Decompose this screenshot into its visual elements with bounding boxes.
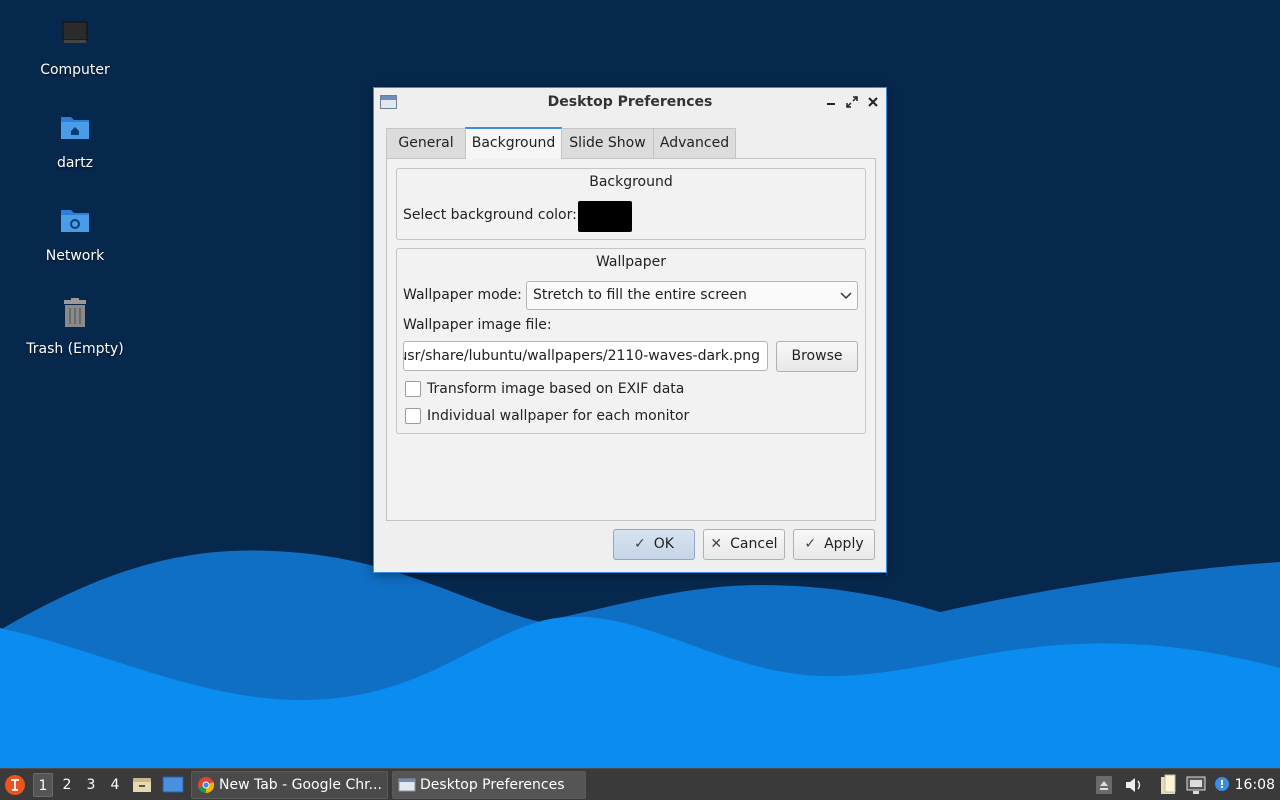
tab-panel-background: Background Select background color: Wall… xyxy=(386,158,876,521)
close-button[interactable] xyxy=(864,92,882,112)
task-desktop-preferences[interactable]: Desktop Preferences xyxy=(392,771,586,799)
file-manager-icon[interactable] xyxy=(132,775,152,795)
background-color-label: Select background color: xyxy=(403,207,577,223)
workspace-4[interactable]: 4 xyxy=(105,773,125,797)
network-folder-icon xyxy=(61,210,89,232)
desktop-icon-dartz[interactable]: dartz xyxy=(15,111,135,171)
desktop-icon-trash[interactable]: Trash (Empty) xyxy=(15,297,135,357)
tab-background[interactable]: Background xyxy=(465,127,562,159)
checkmark-icon: ✓ xyxy=(804,536,817,552)
browse-button[interactable]: Browse xyxy=(776,341,858,372)
close-icon: ✕ xyxy=(710,536,723,552)
background-group: Background Select background color: xyxy=(396,168,866,240)
clipboard-icon[interactable] xyxy=(1158,774,1180,796)
minimize-button[interactable] xyxy=(822,92,840,112)
volume-icon[interactable] xyxy=(1123,774,1145,796)
wallpaper-file-input[interactable]: usr/share/lubuntu/wallpapers/2110-waves-… xyxy=(403,341,768,371)
chrome-icon xyxy=(198,777,215,794)
exif-label: Transform image based on EXIF data xyxy=(427,381,685,397)
workspace-1[interactable]: 1 xyxy=(33,773,53,797)
desktop-icon-label: dartz xyxy=(56,155,94,171)
apply-button[interactable]: ✓ Apply xyxy=(793,529,875,560)
desktop-icon-label: Network xyxy=(45,248,105,264)
taskbar: 1 2 3 4 New Tab - Google Chr... Desktop … xyxy=(0,768,1280,800)
show-desktop-icon[interactable] xyxy=(162,775,184,795)
ok-button[interactable]: ✓ OK xyxy=(613,529,695,560)
wallpaper-mode-label: Wallpaper mode: xyxy=(403,287,522,303)
close-icon xyxy=(868,97,878,107)
tab-advanced[interactable]: Advanced xyxy=(653,128,736,159)
tab-general[interactable]: General xyxy=(386,128,466,159)
desktop-icon-label: Computer xyxy=(40,62,110,78)
wallpaper-group: Wallpaper Wallpaper mode: Stretch to fil… xyxy=(396,248,866,434)
clock[interactable]: 16:08 xyxy=(1235,769,1275,800)
home-folder-icon xyxy=(61,117,89,139)
task-label: New Tab - Google Chr... xyxy=(219,777,382,793)
chevron-down-icon xyxy=(840,292,852,300)
ok-label: OK xyxy=(653,536,674,552)
desktop-icon-computer[interactable]: Computer xyxy=(15,18,135,78)
wallpaper-file-value: usr/share/lubuntu/wallpapers/2110-waves-… xyxy=(403,348,760,364)
desktop-icon-label: Trash (Empty) xyxy=(26,341,124,357)
apply-label: Apply xyxy=(824,536,864,552)
computer-icon xyxy=(62,21,88,43)
wallpaper-file-label: Wallpaper image file: xyxy=(403,317,552,333)
per-monitor-label: Individual wallpaper for each monitor xyxy=(427,408,690,424)
cancel-button[interactable]: ✕ Cancel xyxy=(703,529,785,560)
wallpaper-mode-select[interactable]: Stretch to fill the entire screen xyxy=(526,281,858,310)
per-monitor-checkbox[interactable] xyxy=(405,408,421,424)
task-chrome[interactable]: New Tab - Google Chr... xyxy=(191,771,388,799)
desktop-icon-network[interactable]: Network xyxy=(15,204,135,264)
group-title: Background xyxy=(589,174,673,190)
network-icon[interactable] xyxy=(1185,774,1207,796)
cancel-label: Cancel xyxy=(730,536,778,552)
task-label: Desktop Preferences xyxy=(420,777,565,793)
window-icon xyxy=(398,778,416,792)
workspace-3[interactable]: 3 xyxy=(81,773,101,797)
maximize-icon xyxy=(846,96,858,108)
minimize-icon xyxy=(827,103,835,105)
background-color-button[interactable] xyxy=(578,201,632,232)
dialog-title: Desktop Preferences xyxy=(547,94,713,110)
title-bar[interactable]: Desktop Preferences xyxy=(374,88,886,116)
start-menu-icon[interactable] xyxy=(4,774,26,796)
maximize-button[interactable] xyxy=(843,92,861,112)
notification-icon[interactable] xyxy=(1211,774,1233,796)
trash-icon xyxy=(64,298,86,327)
group-title: Wallpaper xyxy=(595,254,667,270)
desktop-preferences-dialog: Desktop Preferences General Background S… xyxy=(373,87,887,573)
eject-icon[interactable] xyxy=(1093,774,1115,796)
checkmark-icon: ✓ xyxy=(634,536,646,552)
tab-slide-show[interactable]: Slide Show xyxy=(561,128,654,159)
workspace-2[interactable]: 2 xyxy=(57,773,77,797)
wallpaper-mode-value: Stretch to fill the entire screen xyxy=(533,287,747,303)
exif-checkbox[interactable] xyxy=(405,381,421,397)
